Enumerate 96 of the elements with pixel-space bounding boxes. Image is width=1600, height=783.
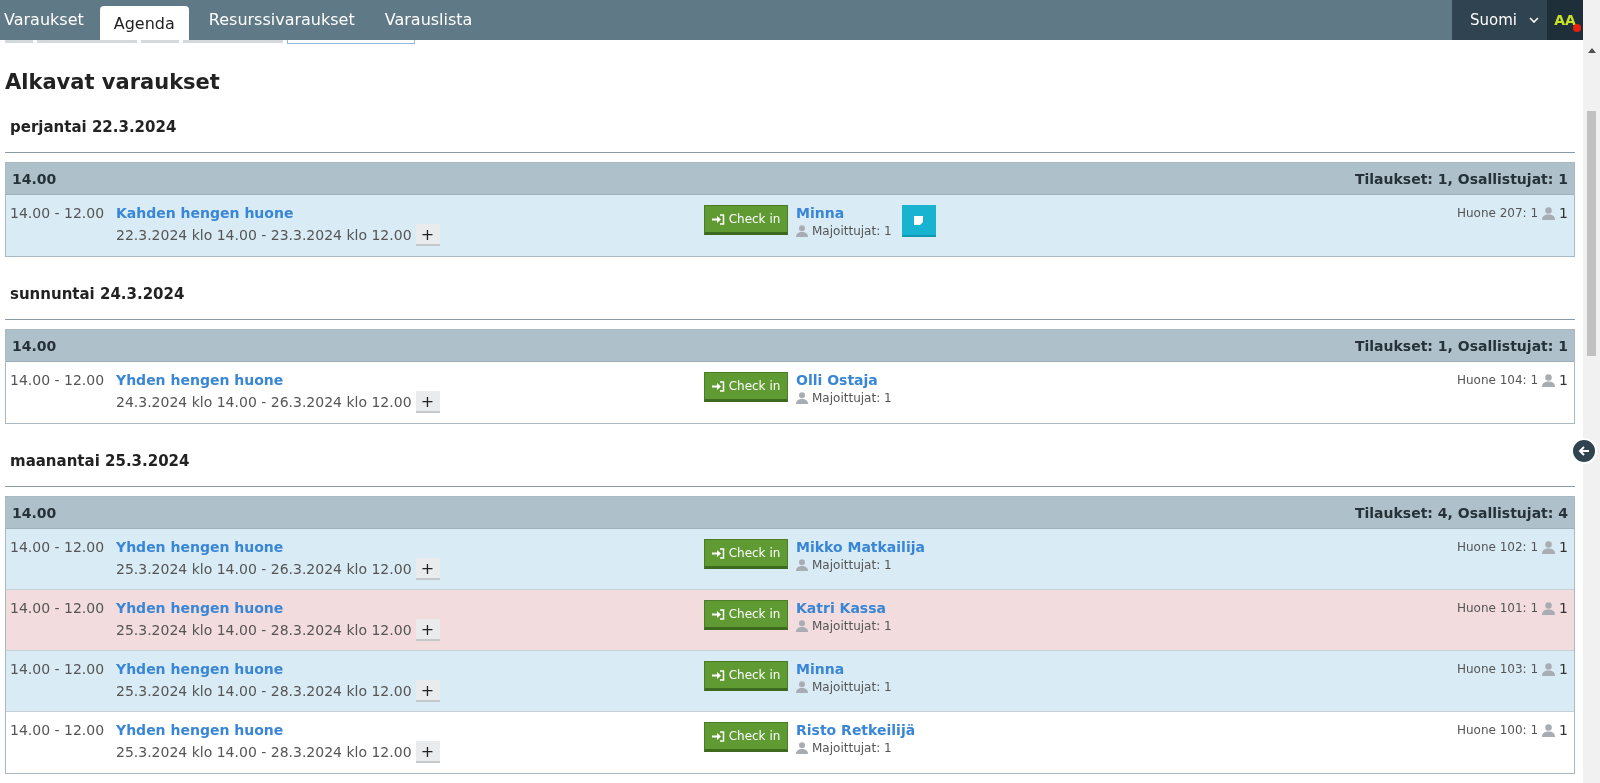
arrow-left-icon: [1578, 445, 1590, 457]
day-heading: maanantai 25.3.2024: [5, 446, 1575, 487]
expand-button[interactable]: +: [415, 741, 440, 763]
day-heading: perjantai 22.3.2024: [5, 112, 1575, 153]
guest-count: Majoittujat: 1: [812, 391, 892, 405]
person-icon: [796, 559, 808, 571]
room-assignment: Huone 104: 1: [1456, 373, 1539, 387]
sign-in-icon: [711, 669, 725, 681]
nav-tab[interactable]: Varaukset: [0, 0, 98, 40]
stay-period: 25.3.2024 klo 14.00 - 28.3.2024 klo 12.00: [116, 744, 412, 760]
guest-link[interactable]: Minna: [796, 205, 845, 221]
guest-link[interactable]: Katri Kassa: [796, 600, 886, 616]
sign-in-icon: [711, 608, 725, 620]
room-type-link[interactable]: Yhden hengen huone: [116, 372, 284, 388]
note-button[interactable]: [901, 205, 936, 237]
guest-link[interactable]: Mikko Matkailija: [796, 539, 925, 555]
guest-count: Majoittujat: 1: [812, 680, 892, 694]
person-icon: [796, 392, 808, 404]
sign-in-icon: [711, 213, 725, 225]
sign-in-icon: [711, 730, 725, 742]
person-count: 1: [1559, 205, 1568, 221]
person-count: 1: [1559, 372, 1568, 388]
check-in-button[interactable]: Check in: [704, 722, 788, 752]
group-summary: Tilaukset: 1, Osallistujat: 1: [1354, 170, 1568, 187]
language-select[interactable]: Suomi: [1452, 0, 1547, 40]
time-range: 14.00 - 12.00: [10, 661, 106, 677]
group-summary: Tilaukset: 1, Osallistujat: 1: [1354, 337, 1568, 354]
sign-in-icon: [711, 380, 725, 392]
person-count: 1: [1559, 539, 1568, 555]
person-icon: [796, 742, 808, 754]
guest-count: Majoittujat: 1: [812, 224, 892, 238]
check-in-button[interactable]: Check in: [704, 539, 788, 569]
chevron-down-icon: [1529, 17, 1539, 23]
guest-count: Majoittujat: 1: [812, 558, 892, 572]
room-type-link[interactable]: Yhden hengen huone: [116, 661, 284, 677]
person-icon: [1542, 206, 1556, 220]
person-icon: [1542, 373, 1556, 387]
group-time: 14.00: [12, 337, 57, 354]
nav-tab[interactable]: Agenda: [99, 6, 189, 40]
scrollbar[interactable]: [1583, 0, 1600, 783]
person-count: 1: [1559, 722, 1568, 738]
sign-in-icon: [711, 547, 725, 559]
note-icon: [913, 214, 925, 226]
time-range: 14.00 - 12.00: [10, 205, 106, 221]
room-assignment: Huone 100: 1: [1456, 723, 1539, 737]
expand-button[interactable]: +: [415, 680, 440, 702]
person-icon: [1542, 540, 1556, 554]
guest-count: Majoittujat: 1: [812, 619, 892, 633]
check-in-button[interactable]: Check in: [704, 600, 788, 630]
expand-button[interactable]: +: [415, 224, 440, 246]
person-icon: [1542, 601, 1556, 615]
person-icon: [796, 681, 808, 693]
stay-period: 22.3.2024 klo 14.00 - 23.3.2024 klo 12.00: [116, 227, 412, 243]
group-time: 14.00: [12, 170, 57, 187]
stay-period: 25.3.2024 klo 14.00 - 28.3.2024 klo 12.00: [116, 622, 412, 638]
expand-button[interactable]: +: [415, 391, 440, 413]
accessibility-button[interactable]: AA: [1547, 0, 1583, 40]
time-range: 14.00 - 12.00: [10, 722, 106, 738]
person-icon: [796, 620, 808, 632]
guest-link[interactable]: Risto Retkeilijä: [796, 722, 916, 738]
person-icon: [796, 225, 808, 237]
time-range: 14.00 - 12.00: [10, 372, 106, 388]
guest-link[interactable]: Olli Ostaja: [796, 372, 878, 388]
room-assignment: Huone 103: 1: [1456, 662, 1539, 676]
guest-count: Majoittujat: 1: [812, 741, 892, 755]
expand-button[interactable]: +: [415, 558, 440, 580]
page-title: Alkavat varaukset: [5, 70, 221, 94]
collapse-panel-button[interactable]: [1571, 438, 1597, 464]
room-assignment: Huone 207: 1: [1456, 206, 1539, 220]
nav-tab[interactable]: Resurssivaraukset: [194, 0, 369, 40]
room-type-link[interactable]: Yhden hengen huone: [116, 722, 284, 738]
group-summary: Tilaukset: 4, Osallistujat: 4: [1354, 504, 1568, 521]
room-type-link[interactable]: Yhden hengen huone: [116, 539, 284, 555]
stay-period: 25.3.2024 klo 14.00 - 26.3.2024 klo 12.00: [116, 561, 412, 577]
room-type-link[interactable]: Kahden hengen huone: [116, 205, 294, 221]
scrollbar-thumb[interactable]: [1587, 111, 1596, 356]
room-assignment: Huone 102: 1: [1456, 540, 1539, 554]
check-in-button[interactable]: Check in: [704, 372, 788, 402]
person-count: 1: [1559, 600, 1568, 616]
group-time: 14.00: [12, 504, 57, 521]
day-heading: sunnuntai 24.3.2024: [5, 279, 1575, 320]
person-icon: [1542, 662, 1556, 676]
person-icon: [1542, 723, 1556, 737]
check-in-button[interactable]: Check in: [704, 205, 788, 235]
scroll-up-icon: [1587, 48, 1596, 53]
person-count: 1: [1559, 661, 1568, 677]
time-range: 14.00 - 12.00: [10, 539, 106, 555]
nav-tab[interactable]: Varauslista: [370, 0, 487, 40]
guest-link[interactable]: Minna: [796, 661, 845, 677]
room-assignment: Huone 101: 1: [1456, 601, 1539, 615]
stay-period: 25.3.2024 klo 14.00 - 28.3.2024 klo 12.00: [116, 683, 412, 699]
room-type-link[interactable]: Yhden hengen huone: [116, 600, 284, 616]
time-range: 14.00 - 12.00: [10, 600, 106, 616]
expand-button[interactable]: +: [415, 619, 440, 641]
check-in-button[interactable]: Check in: [704, 661, 788, 691]
stay-period: 24.3.2024 klo 14.00 - 26.3.2024 klo 12.00: [116, 394, 412, 410]
